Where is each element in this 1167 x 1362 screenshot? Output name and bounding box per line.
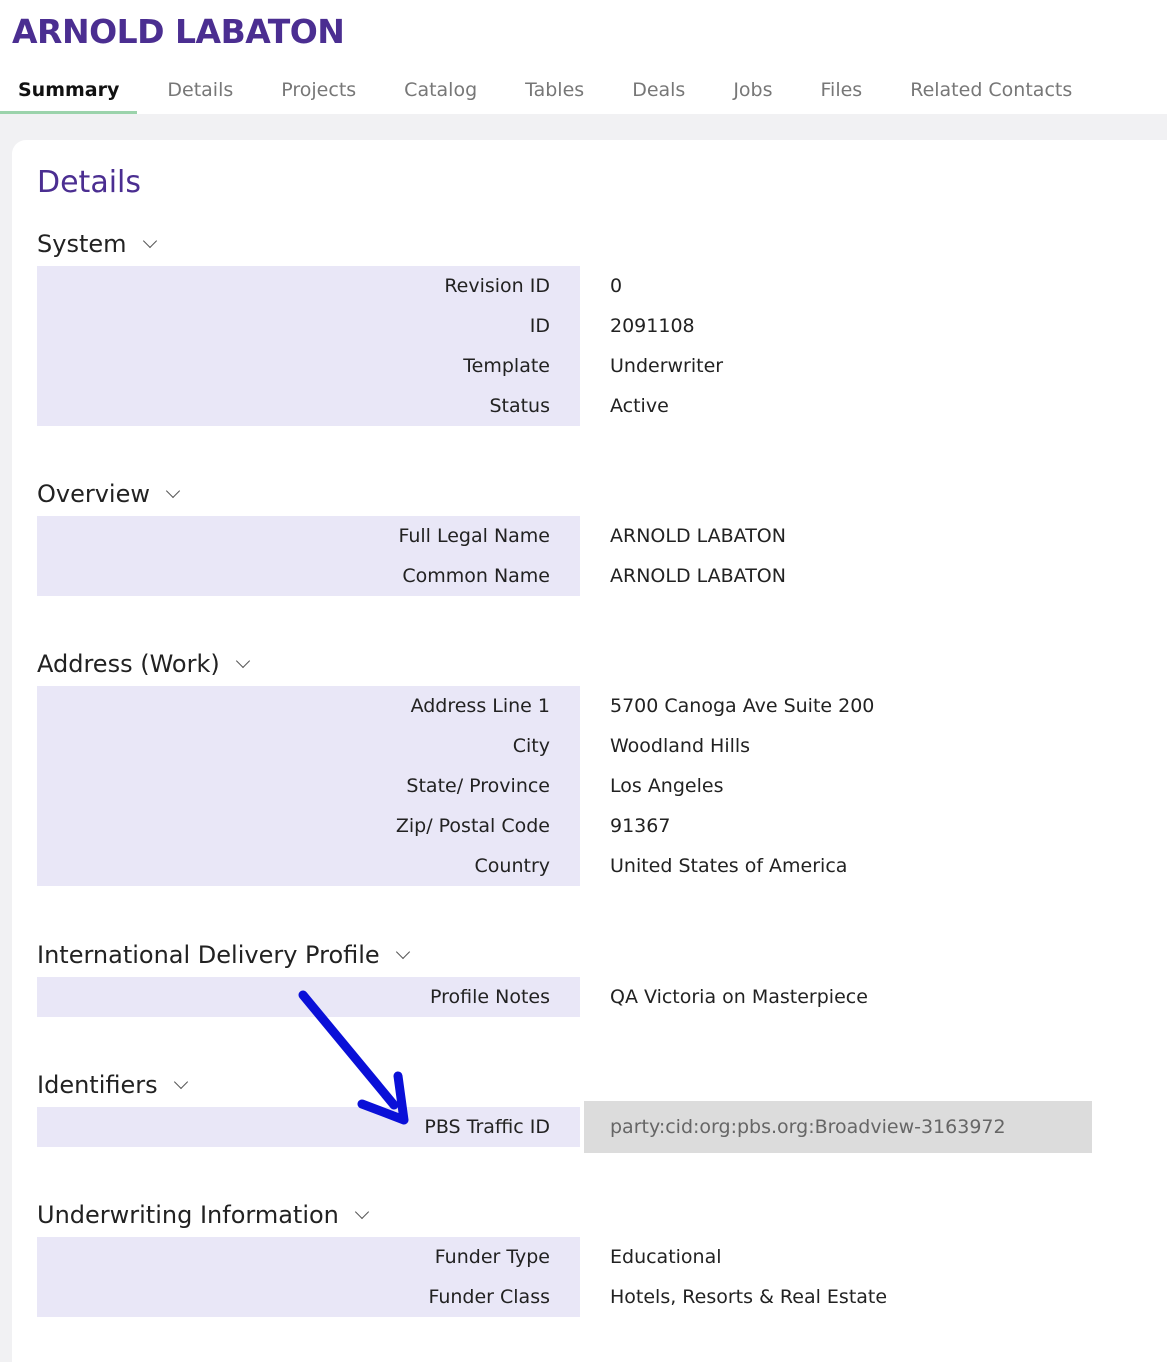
- card-title: Details: [37, 165, 142, 200]
- field-label: City: [37, 726, 580, 766]
- tab-tables[interactable]: Tables: [507, 68, 602, 112]
- field-value: United States of America: [610, 855, 848, 877]
- section-international-delivery: International Delivery Profile Profile N…: [37, 933, 1137, 1017]
- tab-details[interactable]: Details: [149, 68, 251, 112]
- field-row: State/ Province Los Angeles: [37, 766, 1137, 806]
- details-card: Details System Revision ID 0 ID 2091108 …: [12, 140, 1167, 1362]
- tab-bar: Summary Details Projects Catalog Tables …: [0, 68, 1167, 114]
- section-system: System Revision ID 0 ID 2091108 Template…: [37, 222, 1137, 426]
- chevron-down-icon[interactable]: [235, 653, 250, 669]
- field-label: Address Line 1: [37, 686, 580, 726]
- field-row: Revision ID 0: [37, 266, 1137, 306]
- section-identifiers: Identifiers PBS Traffic ID party:cid:org…: [37, 1063, 1137, 1153]
- field-value: Woodland Hills: [610, 735, 751, 757]
- tab-catalog[interactable]: Catalog: [386, 68, 495, 112]
- field-label: Zip/ Postal Code: [37, 806, 580, 846]
- tab-deals[interactable]: Deals: [614, 68, 703, 112]
- pbs-traffic-id-value[interactable]: party:cid:org:pbs.org:Broadview-3163972: [584, 1101, 1092, 1153]
- field-label: State/ Province: [37, 766, 580, 806]
- section-title: System: [37, 230, 127, 258]
- page-title: ARNOLD LABATON: [12, 12, 345, 51]
- section-underwriting: Underwriting Information Funder Type Edu…: [37, 1193, 1137, 1317]
- section-title: Overview: [37, 480, 150, 508]
- field-value: Los Angeles: [610, 775, 724, 797]
- chevron-down-icon[interactable]: [165, 483, 181, 499]
- field-row: Full Legal Name ARNOLD LABATON: [37, 516, 1137, 556]
- field-value: Educational: [610, 1246, 722, 1268]
- tab-files[interactable]: Files: [803, 68, 881, 112]
- tab-summary[interactable]: Summary: [0, 68, 138, 114]
- field-row: City Woodland Hills: [37, 726, 1137, 766]
- section-header-address[interactable]: Address (Work): [37, 642, 1137, 686]
- field-row: Country United States of America: [37, 846, 1137, 886]
- field-value: 91367: [610, 815, 671, 837]
- field-row: Profile Notes QA Victoria on Masterpiece: [37, 977, 1137, 1017]
- section-overview: Overview Full Legal Name ARNOLD LABATON …: [37, 472, 1137, 596]
- chevron-down-icon[interactable]: [354, 1204, 369, 1220]
- field-value: ARNOLD LABATON: [610, 525, 786, 547]
- field-label: Revision ID: [37, 266, 580, 306]
- field-label: Common Name: [37, 556, 580, 596]
- field-label: Profile Notes: [37, 977, 580, 1017]
- field-row: Funder Class Hotels, Resorts & Real Esta…: [37, 1277, 1137, 1317]
- section-address: Address (Work) Address Line 1 5700 Canog…: [37, 642, 1137, 886]
- field-value: Underwriter: [610, 355, 724, 377]
- field-row: ID 2091108: [37, 306, 1137, 346]
- chevron-down-icon[interactable]: [142, 233, 157, 249]
- field-label: Full Legal Name: [37, 516, 580, 556]
- chevron-down-icon[interactable]: [173, 1074, 188, 1090]
- field-row: Address Line 1 5700 Canoga Ave Suite 200: [37, 686, 1137, 726]
- section-title: Address (Work): [37, 650, 220, 678]
- field-label: Funder Type: [37, 1237, 580, 1277]
- section-header-system[interactable]: System: [37, 222, 1137, 266]
- field-value: 2091108: [610, 315, 695, 337]
- chevron-down-icon[interactable]: [395, 944, 410, 960]
- tab-jobs[interactable]: Jobs: [715, 68, 790, 112]
- field-label: PBS Traffic ID: [37, 1107, 580, 1147]
- field-value: Hotels, Resorts & Real Estate: [610, 1286, 888, 1308]
- field-row: Template Underwriter: [37, 346, 1137, 386]
- field-value: QA Victoria on Masterpiece: [610, 986, 868, 1008]
- field-label: Country: [37, 846, 580, 886]
- section-title: Identifiers: [37, 1071, 158, 1099]
- field-row: Common Name ARNOLD LABATON: [37, 556, 1137, 596]
- field-row: Zip/ Postal Code 91367: [37, 806, 1137, 846]
- field-label: Funder Class: [37, 1277, 580, 1317]
- field-value: Active: [610, 395, 669, 417]
- field-row: PBS Traffic ID party:cid:org:pbs.org:Bro…: [37, 1101, 1137, 1153]
- field-label: ID: [37, 306, 580, 346]
- field-value: 0: [610, 275, 623, 297]
- field-label: Template: [37, 346, 580, 386]
- section-header-overview[interactable]: Overview: [37, 472, 1137, 516]
- section-header-international-delivery[interactable]: International Delivery Profile: [37, 933, 1137, 977]
- field-row: Status Active: [37, 386, 1137, 426]
- section-title: Underwriting Information: [37, 1201, 339, 1229]
- field-value: 5700 Canoga Ave Suite 200: [610, 695, 875, 717]
- tab-related-contacts[interactable]: Related Contacts: [892, 68, 1090, 112]
- field-row: Funder Type Educational: [37, 1237, 1137, 1277]
- field-value: ARNOLD LABATON: [610, 565, 786, 587]
- tab-projects[interactable]: Projects: [263, 68, 374, 112]
- section-title: International Delivery Profile: [37, 941, 380, 969]
- section-header-underwriting[interactable]: Underwriting Information: [37, 1193, 1137, 1237]
- field-label: Status: [37, 386, 580, 426]
